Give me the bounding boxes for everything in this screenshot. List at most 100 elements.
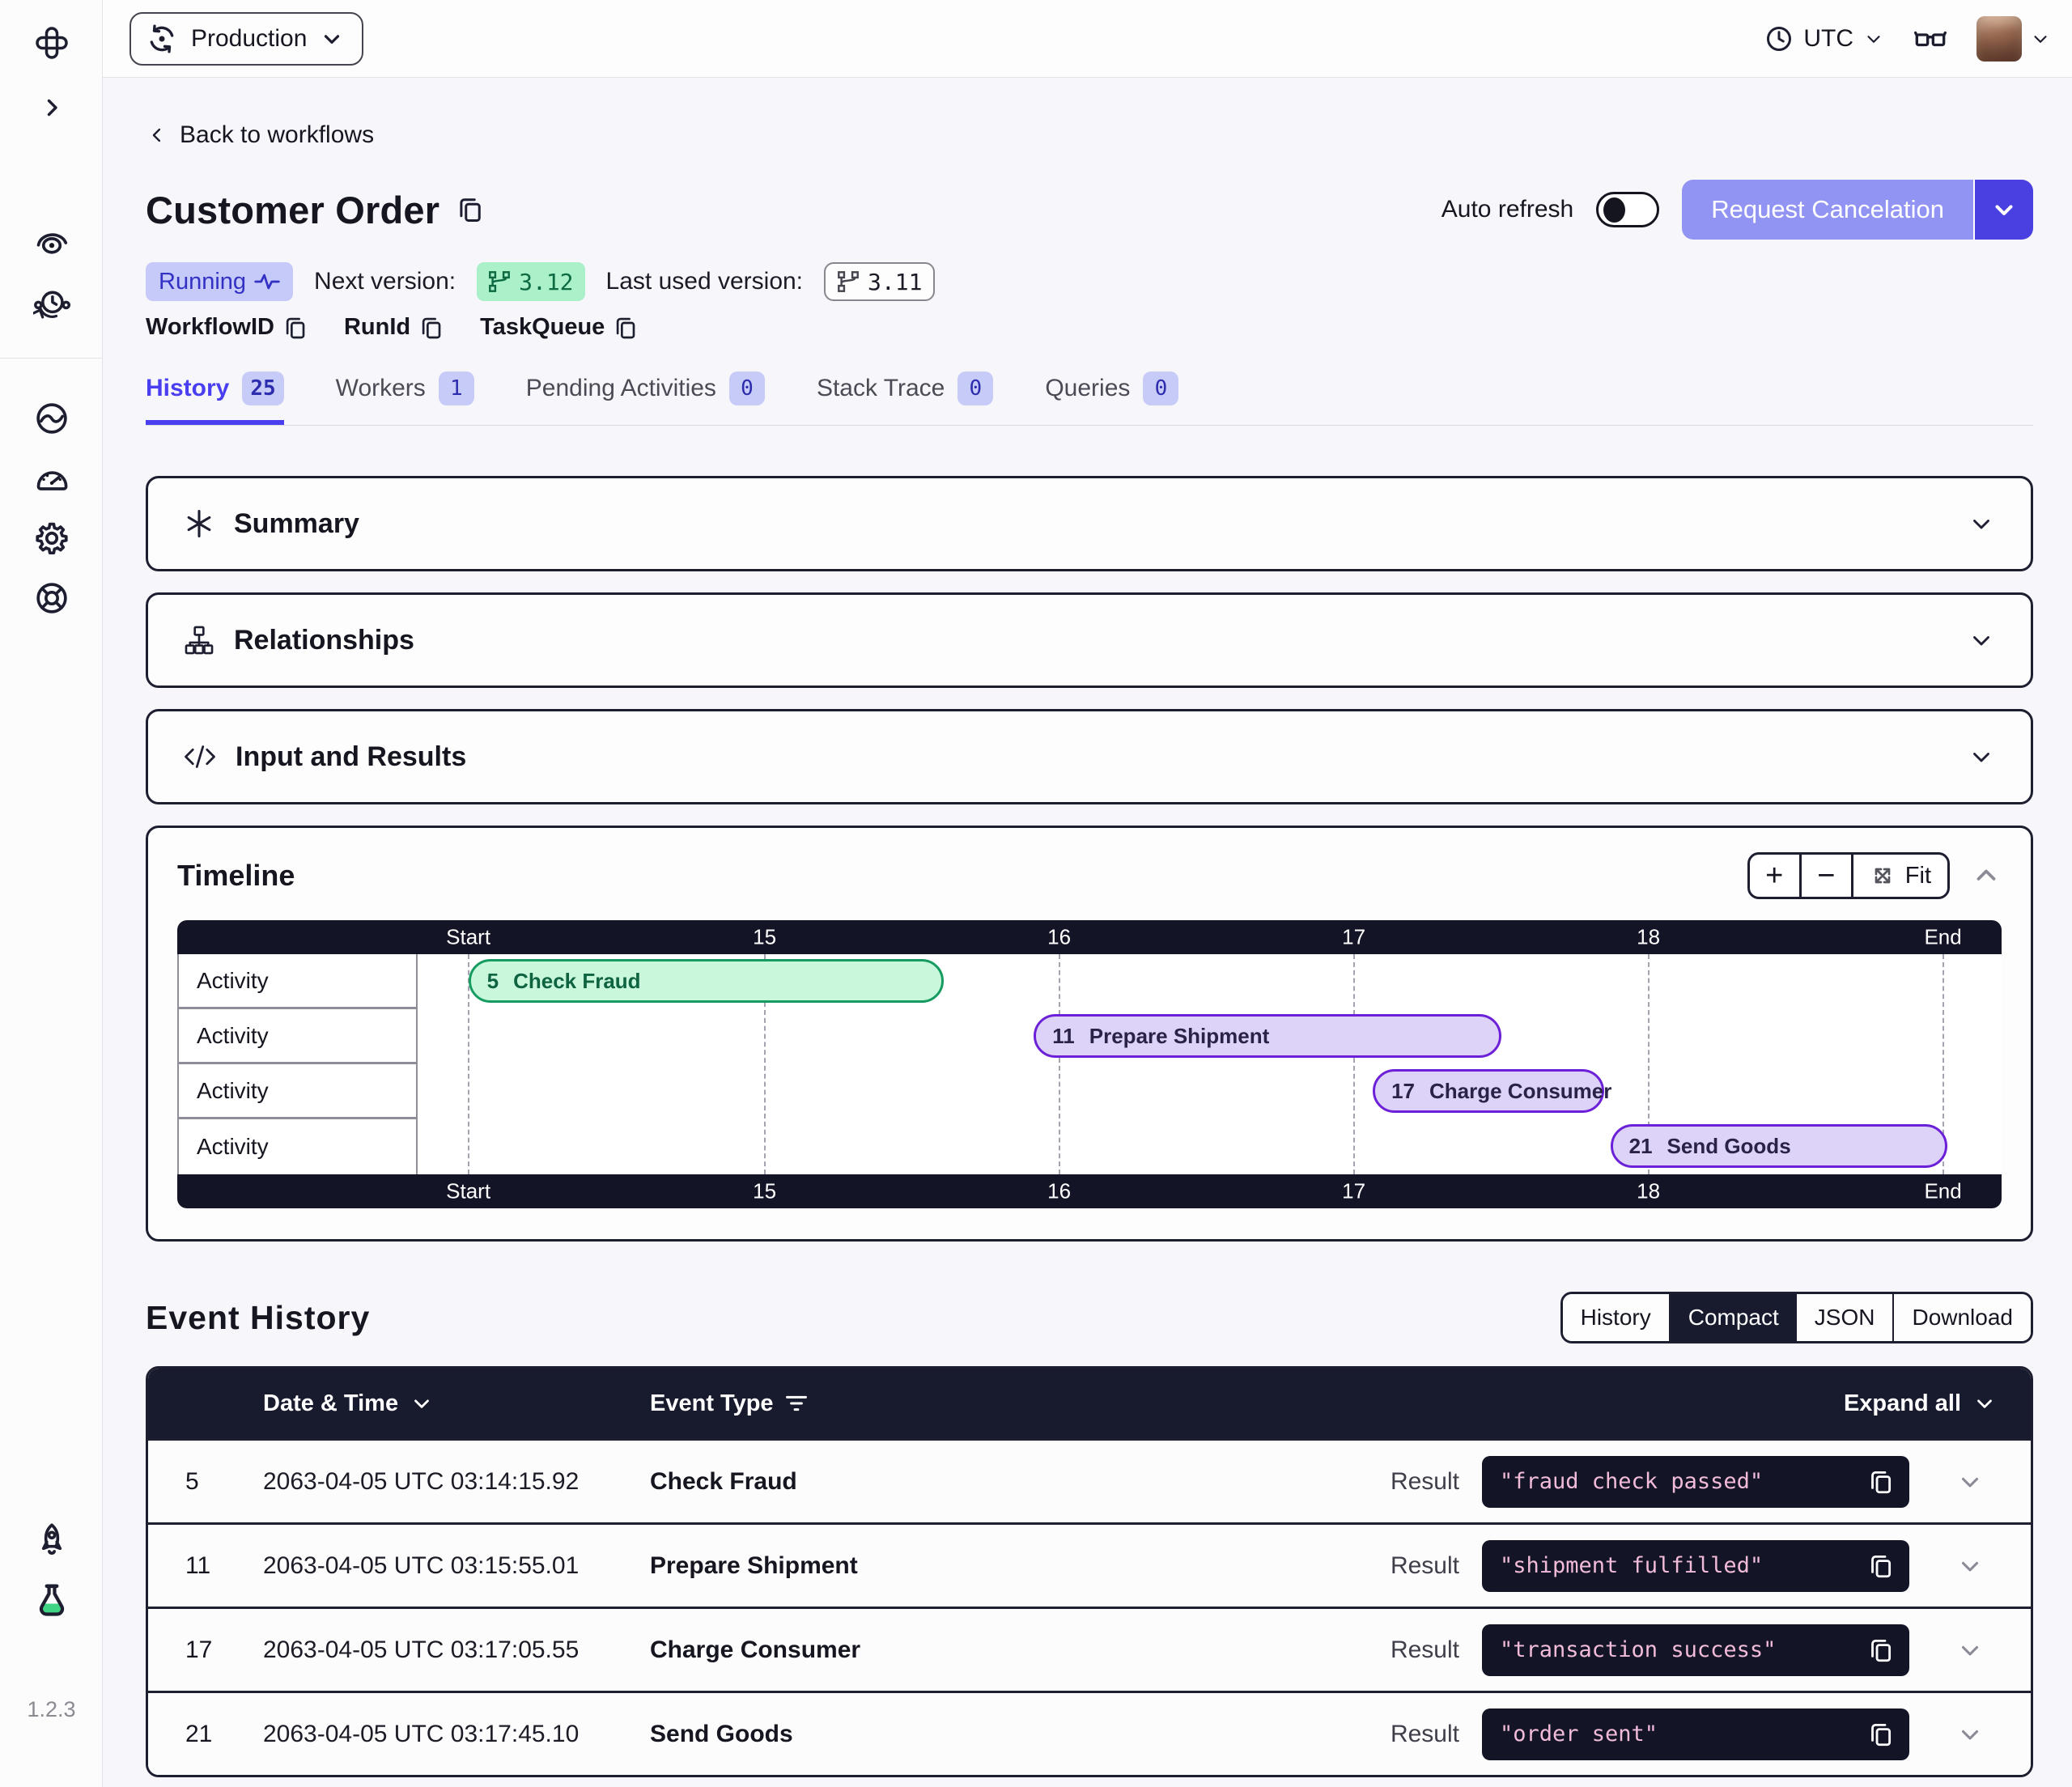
- copy-icon[interactable]: [613, 315, 639, 341]
- tab-history[interactable]: History 25: [146, 371, 284, 425]
- event-row[interactable]: 21 2063-04-05 UTC 03:17:45.10 Send Goods…: [148, 1691, 2031, 1775]
- expand-all-button[interactable]: Expand all: [1844, 1390, 2031, 1417]
- request-cancelation-label[interactable]: Request Cancelation: [1682, 180, 1973, 240]
- view-mode-history[interactable]: History: [1563, 1294, 1671, 1341]
- app-logo-icon[interactable]: [0, 24, 103, 62]
- event-type: Prepare Shipment: [650, 1552, 1391, 1580]
- cancelation-options-dropdown[interactable]: [1973, 180, 2033, 240]
- result-value: "shipment fulfilled": [1500, 1553, 1763, 1578]
- task-queue-copy[interactable]: TaskQueue: [480, 314, 639, 341]
- request-cancelation-button[interactable]: Request Cancelation: [1682, 180, 2033, 240]
- date-time-label: Date & Time: [263, 1390, 398, 1417]
- tab-count-badge: 0: [729, 371, 765, 405]
- user-menu[interactable]: [1976, 16, 2051, 62]
- zoom-out-button[interactable]: −: [1802, 855, 1853, 897]
- event-type: Check Fraud: [650, 1468, 1391, 1496]
- sidebar-item-namespaces-icon[interactable]: [0, 401, 103, 436]
- chevron-down-icon[interactable]: [1968, 510, 1995, 537]
- relationships-section[interactable]: Relationships: [146, 592, 2033, 688]
- sort-chevron-down-icon: [410, 1391, 434, 1416]
- copy-icon[interactable]: [282, 315, 308, 341]
- run-id-copy[interactable]: RunId: [344, 314, 444, 341]
- namespace-selector[interactable]: Production: [130, 12, 363, 66]
- zoom-in-button[interactable]: +: [1750, 855, 1802, 897]
- sidebar: 1.2.3: [0, 0, 103, 1787]
- avatar[interactable]: [1976, 16, 2022, 62]
- timeline-row-label: Activity: [179, 1009, 416, 1064]
- bar-event-id: 11: [1052, 1024, 1075, 1049]
- sidebar-item-workflows-icon[interactable]: [0, 225, 103, 261]
- column-date-time[interactable]: Date & Time: [263, 1390, 650, 1417]
- relationships-title: Relationships: [234, 625, 414, 656]
- view-mode-switcher: History Compact JSON Download: [1560, 1292, 2033, 1343]
- chevron-down-icon[interactable]: [1968, 626, 1995, 654]
- sidebar-expand-icon[interactable]: [0, 94, 103, 121]
- event-id: 17: [148, 1636, 263, 1664]
- event-row[interactable]: 5 2063-04-05 UTC 03:14:15.92 Check Fraud…: [148, 1438, 2031, 1522]
- copy-result-icon[interactable]: [1867, 1468, 1895, 1496]
- sidebar-item-archival-icon[interactable]: [0, 287, 103, 322]
- result-value: "order sent": [1500, 1721, 1658, 1747]
- next-version-label: Next version:: [314, 268, 456, 295]
- timeline-row-labels: Activity Activity Activity Activity: [177, 954, 418, 1174]
- tab-pending-activities[interactable]: Pending Activities 0: [526, 371, 765, 425]
- getting-started-rocket-icon[interactable]: [0, 1522, 103, 1558]
- copy-result-icon[interactable]: [1867, 1721, 1895, 1748]
- tab-label: Stack Trace: [817, 375, 945, 402]
- row-expand-chevron-icon[interactable]: [1956, 1552, 1984, 1580]
- sidebar-divider: [0, 358, 102, 359]
- bar-label: Charge Consumer: [1429, 1079, 1611, 1104]
- input-results-section[interactable]: Input and Results: [146, 709, 2033, 804]
- timeline-row-label: Activity: [179, 1064, 416, 1119]
- timeline-bar-check-fraud[interactable]: 5 Check Fraud: [469, 959, 944, 1003]
- timeline-section: Timeline + − Fit Start15161718End: [146, 826, 2033, 1242]
- view-mode-compact[interactable]: Compact: [1671, 1294, 1797, 1341]
- row-expand-chevron-icon[interactable]: [1956, 1636, 1984, 1664]
- timeline-title: Timeline: [177, 859, 295, 893]
- tab-queries[interactable]: Queries 0: [1045, 371, 1178, 425]
- event-row[interactable]: 11 2063-04-05 UTC 03:15:55.01 Prepare Sh…: [148, 1522, 2031, 1607]
- tab-label: History: [146, 375, 229, 402]
- view-mode-json[interactable]: JSON: [1797, 1294, 1895, 1341]
- summary-section[interactable]: Summary: [146, 476, 2033, 571]
- collapse-chevron-up-icon[interactable]: [1971, 860, 2002, 891]
- timeline-row: 5 Check Fraud: [418, 954, 2002, 1009]
- tab-stack-trace[interactable]: Stack Trace 0: [817, 371, 993, 425]
- zoom-fit-button[interactable]: Fit: [1853, 855, 1947, 897]
- sidebar-item-support-icon[interactable]: [0, 580, 103, 616]
- timeline-tick-label: Start: [446, 925, 490, 950]
- event-id: 11: [148, 1552, 263, 1580]
- workflow-id-copy[interactable]: WorkflowID: [146, 314, 308, 341]
- column-event-type[interactable]: Event Type: [650, 1390, 1482, 1417]
- result-label: Result: [1391, 1468, 1482, 1496]
- row-expand-chevron-icon[interactable]: [1956, 1468, 1984, 1496]
- copy-icon[interactable]: [418, 315, 444, 341]
- chevron-down-icon[interactable]: [1968, 743, 1995, 770]
- fit-icon: [1870, 863, 1896, 889]
- back-to-workflows-link[interactable]: Back to workflows: [146, 121, 374, 149]
- copy-title-icon[interactable]: [456, 195, 485, 224]
- feedback-glasses-icon[interactable]: [1912, 23, 1949, 55]
- view-mode-download[interactable]: Download: [1894, 1294, 2031, 1341]
- row-expand-chevron-icon[interactable]: [1956, 1721, 1984, 1748]
- sidebar-item-settings-icon[interactable]: [0, 520, 103, 556]
- bar-event-id: 21: [1629, 1134, 1653, 1159]
- copy-result-icon[interactable]: [1867, 1636, 1895, 1664]
- copy-result-icon[interactable]: [1867, 1552, 1895, 1580]
- timeline-bar-charge-consumer[interactable]: 17 Charge Consumer: [1373, 1069, 1604, 1113]
- timeline-row: 17 Charge Consumer: [418, 1064, 2002, 1119]
- timeline-bar-send-goods[interactable]: 21 Send Goods: [1611, 1124, 1948, 1168]
- event-datetime: 2063-04-05 UTC 03:17:45.10: [263, 1721, 650, 1748]
- labs-flask-icon[interactable]: [0, 1582, 103, 1619]
- tab-workers[interactable]: Workers 1: [336, 371, 474, 425]
- auto-refresh-toggle[interactable]: [1596, 192, 1659, 227]
- sidebar-item-usage-icon[interactable]: [0, 461, 103, 496]
- timeline-gridline: [1353, 954, 1355, 1174]
- timeline-bar-prepare-shipment[interactable]: 11 Prepare Shipment: [1034, 1014, 1501, 1058]
- timezone-selector[interactable]: UTC: [1764, 24, 1884, 53]
- event-row[interactable]: 17 2063-04-05 UTC 03:17:05.55 Charge Con…: [148, 1607, 2031, 1691]
- filter-icon: [785, 1393, 808, 1414]
- tab-count-badge: 0: [957, 371, 993, 405]
- topbar-right: UTC: [1764, 16, 2051, 62]
- task-queue-label: TaskQueue: [480, 314, 605, 341]
